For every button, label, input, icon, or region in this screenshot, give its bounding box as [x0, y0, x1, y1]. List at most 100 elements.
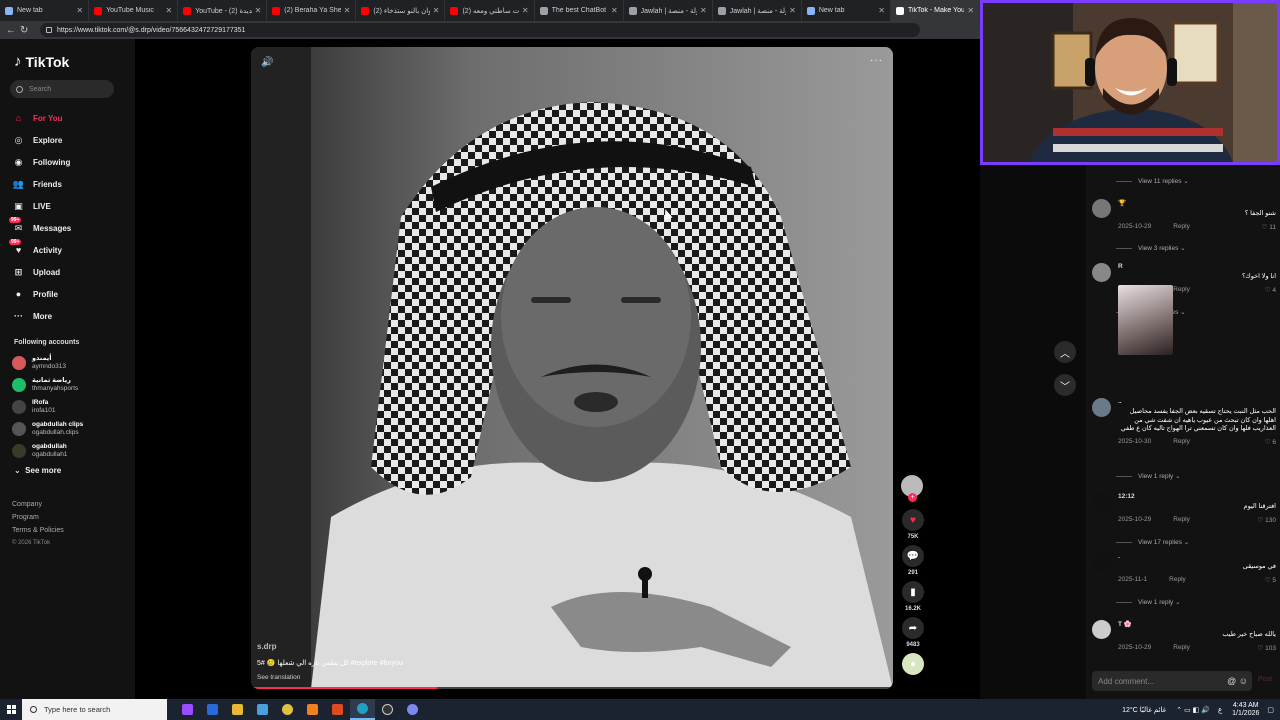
- comment-like-button[interactable]: ♡ 130: [1258, 516, 1277, 524]
- taskbar-app-explorer[interactable]: [225, 699, 250, 720]
- save-action[interactable]: ▮ 16.2K: [901, 581, 925, 612]
- close-icon[interactable]: ✕: [165, 6, 172, 15]
- avatar[interactable]: [1092, 620, 1111, 639]
- comment-username[interactable]: 12:12: [1118, 493, 1276, 500]
- taskbar-app-discord[interactable]: [400, 699, 425, 720]
- following-account[interactable]: رياضة ثمانية thmanyahsports: [12, 374, 83, 396]
- browser-tab[interactable]: (2) ميوان بالنو ستذخاء ✕: [356, 0, 446, 21]
- browser-tab[interactable]: TikTok - Make Your D✕: [890, 0, 981, 21]
- sidebar-item-explore[interactable]: ◎ Explore: [12, 129, 71, 151]
- taskbar-app-chrome[interactable]: [275, 699, 300, 720]
- music-disc[interactable]: ●: [901, 653, 925, 675]
- view-replies-button[interactable]: View 3 replies ⌄: [1116, 244, 1186, 252]
- browser-tab[interactable]: The best ChatBot and✕: [535, 0, 624, 21]
- reload-icon[interactable]: ↻: [20, 25, 34, 36]
- close-icon[interactable]: ✕: [700, 6, 707, 15]
- creator-avatar[interactable]: +: [901, 475, 923, 502]
- comment-like-button[interactable]: ♡ 4: [1265, 286, 1276, 294]
- following-account[interactable]: IRofa irofa101: [12, 396, 83, 418]
- reply-button[interactable]: Reply: [1173, 644, 1190, 652]
- heart-icon[interactable]: ♥: [902, 509, 924, 531]
- browser-tab[interactable]: YouTube Music ✕: [89, 0, 179, 21]
- tray-icons[interactable]: ⌃ ▭ ◧ 🔊: [1176, 706, 1210, 714]
- comment-action[interactable]: 💬 291: [901, 545, 925, 576]
- comment-like-button[interactable]: ♡ 11: [1262, 223, 1276, 231]
- sidebar-item-live[interactable]: ▣ LIVE: [12, 195, 71, 217]
- close-icon[interactable]: ✕: [789, 6, 796, 15]
- close-icon[interactable]: ✕: [967, 6, 974, 15]
- video-player[interactable]: 🔊 ··· s.drp كل يطفي ناره الي شعلها 🥲 #5 …: [251, 47, 893, 689]
- close-icon[interactable]: ✕: [255, 6, 262, 15]
- like-action[interactable]: ♥ 75K: [901, 509, 925, 540]
- comment-username[interactable]: R: [1118, 263, 1276, 270]
- reply-button[interactable]: Reply: [1173, 286, 1190, 294]
- footer-link-company[interactable]: Company: [12, 498, 64, 511]
- back-icon[interactable]: ←: [6, 25, 20, 36]
- taskbar-app-premiere[interactable]: [175, 699, 200, 720]
- reply-button[interactable]: Reply: [1173, 223, 1190, 231]
- footer-link-program[interactable]: Program: [12, 511, 64, 524]
- comment-username[interactable]: .: [1118, 553, 1276, 560]
- sidebar-item-friends[interactable]: 👥 Friends: [12, 173, 71, 195]
- tiktok-logo[interactable]: ♪ TikTok: [14, 53, 69, 70]
- following-account[interactable]: ogabdullah ogabdullah1: [12, 440, 83, 462]
- view-replies-button[interactable]: View 17 replies ⌄: [1116, 538, 1189, 546]
- browser-tab[interactable]: (2) Beraha Ya Sheekha✕: [267, 0, 357, 21]
- comment-like-button[interactable]: ♡ 103: [1258, 644, 1277, 652]
- view-replies-button[interactable]: View 1 reply ⌄: [1116, 472, 1181, 480]
- music-disc-icon[interactable]: ●: [902, 653, 924, 675]
- weather-widget[interactable]: 12°C غائم غالبًا: [1122, 706, 1166, 714]
- browser-tab[interactable]: (2) ولدت ساطتي ومعه✕: [445, 0, 535, 21]
- sidebar-item-profile[interactable]: ● Profile: [12, 283, 71, 305]
- reply-button[interactable]: Reply: [1173, 516, 1190, 524]
- comment-username[interactable]: T 🌸: [1118, 620, 1276, 628]
- start-button[interactable]: [0, 699, 22, 720]
- following-account[interactable]: ogabdullah clips ogabdullah.clips: [12, 418, 83, 440]
- avatar[interactable]: [1092, 199, 1111, 218]
- avatar[interactable]: [1092, 263, 1111, 282]
- search-input[interactable]: Search: [10, 80, 114, 98]
- sidebar-item-following[interactable]: ◉ Following: [12, 151, 71, 173]
- close-icon[interactable]: ✕: [344, 6, 351, 15]
- clock[interactable]: 4:43 AM 1/1/2026: [1232, 702, 1259, 718]
- language-indicator[interactable]: ع: [1218, 706, 1222, 714]
- taskbar-app-edge[interactable]: [350, 699, 375, 720]
- browser-tab[interactable]: Jawlah | جولة - منصة✕: [713, 0, 802, 21]
- avatar[interactable]: [1092, 398, 1111, 417]
- next-video-button[interactable]: ﹀: [1054, 374, 1076, 396]
- comment-like-button[interactable]: ♡ 5: [1265, 576, 1276, 584]
- comment-image[interactable]: [1118, 285, 1173, 355]
- avatar[interactable]: [1092, 493, 1111, 512]
- bookmark-icon[interactable]: ▮: [902, 581, 924, 603]
- video-progress-bar[interactable]: [251, 687, 893, 689]
- close-icon[interactable]: ✕: [611, 6, 618, 15]
- close-icon[interactable]: ✕: [76, 6, 83, 15]
- post-comment-button[interactable]: Post: [1258, 676, 1272, 683]
- see-translation-link[interactable]: See translation: [257, 674, 300, 681]
- sidebar-item-activity[interactable]: ♥ 99+ Activity: [9, 238, 71, 261]
- sidebar-item-upload[interactable]: ⊞ Upload: [12, 261, 71, 283]
- taskbar-app-photoshop[interactable]: [200, 699, 225, 720]
- more-options-icon[interactable]: ···: [870, 55, 883, 66]
- browser-tab[interactable]: New tab ✕: [802, 0, 891, 21]
- follow-plus-icon[interactable]: +: [908, 493, 917, 502]
- avatar[interactable]: [1092, 553, 1111, 572]
- reply-button[interactable]: Reply: [1169, 576, 1186, 584]
- sidebar-item-messages[interactable]: ✉ 99+ Messages: [9, 216, 71, 239]
- taskbar-app-notes[interactable]: [250, 699, 275, 720]
- taskbar-search-input[interactable]: Type here to search: [22, 699, 167, 720]
- comment-username[interactable]: 🏆: [1118, 199, 1276, 207]
- browser-tab[interactable]: Jawlah | جولة - منصة✕: [624, 0, 713, 21]
- url-input[interactable]: https://www.tiktok.com/@s.drp/video/7566…: [40, 23, 920, 37]
- browser-tab[interactable]: New tab ✕: [0, 0, 90, 21]
- taskbar-app-brave[interactable]: [325, 699, 350, 720]
- previous-video-button[interactable]: ︿: [1054, 341, 1076, 363]
- close-icon[interactable]: ✕: [522, 6, 529, 15]
- mention-emoji-icon[interactable]: @ ☺: [1227, 676, 1248, 686]
- taskbar-app-vlc[interactable]: [300, 699, 325, 720]
- sound-icon[interactable]: 🔊: [261, 57, 273, 68]
- footer-link-terms[interactable]: Terms & Policies: [12, 524, 64, 537]
- following-account[interactable]: أيمندو aymndo313: [12, 352, 83, 374]
- close-icon[interactable]: ✕: [433, 6, 440, 15]
- share-icon[interactable]: ➦: [902, 617, 924, 639]
